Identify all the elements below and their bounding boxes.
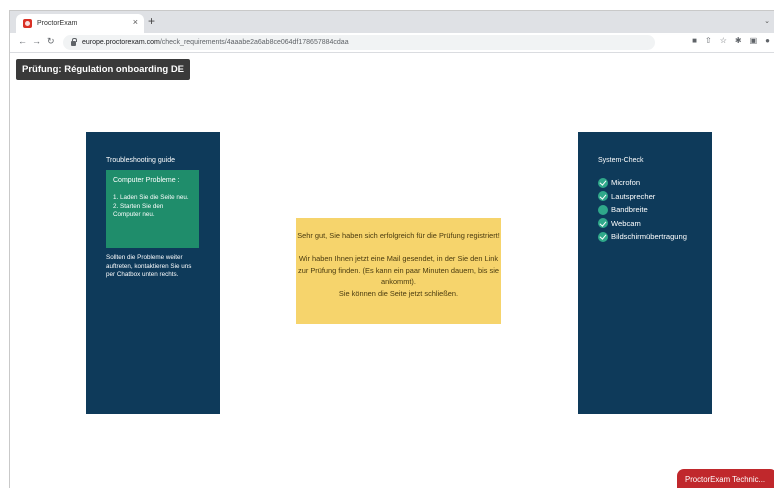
system-check-title: System-Check [598,157,644,164]
profile-avatar-icon[interactable]: ● [765,36,770,45]
extensions-puzzle-icon[interactable]: ✱ [735,36,742,45]
close-tab-icon[interactable]: × [133,17,138,27]
status-dot-icon [598,204,608,215]
url-host: europe.proctorexam.com [82,39,160,46]
checkmark-icon [598,177,608,188]
checkmark-icon [598,191,608,202]
address-bar[interactable]: europe.proctorexam.com/check_requirement… [63,35,655,50]
check-item-lautsprecher: Lautsprecher [598,190,687,204]
troubleshooting-panel: Troubleshooting guide Computer Probleme … [86,132,220,414]
system-check-panel: System-Check Microfon Lautsprecher Bandb… [578,132,712,414]
check-label: Microfon [611,178,641,188]
support-chat-button[interactable]: ProctorExam Technic... [677,469,774,488]
checkmark-icon [598,218,608,229]
checkmark-icon [598,231,608,242]
exam-title-badge: Prüfung: Régulation onboarding DE [16,59,191,80]
tab-strip: ProctorExam × + ⌄ [10,11,774,33]
share-icon[interactable]: ⇧ [705,36,712,45]
system-check-list: Microfon Lautsprecher Bandbreite Webcam … [598,176,687,244]
check-label: Lautsprecher [611,191,656,201]
lock-icon [71,38,77,46]
reload-icon[interactable]: ↻ [47,36,55,47]
side-panel-icon[interactable]: ▣ [750,36,758,45]
browser-toolbar: ← → ↻ europe.proctorexam.com/check_requi… [10,33,774,53]
tab-search-chevron-icon[interactable]: ⌄ [764,17,770,25]
registration-success-message: Sehr gut, Sie haben sich erfolgreich für… [296,218,501,324]
check-item-bildschirmuebertragung: Bildschirmübertragung [598,230,687,244]
forward-arrow-icon[interactable]: → [32,36,41,46]
bookmark-star-icon[interactable]: ☆ [720,36,727,45]
check-item-microfon: Microfon [598,176,687,190]
page-content: Prüfung: Régulation onboarding DE Troubl… [10,54,774,488]
computer-problems-box: Computer Probleme : 1. Laden Sie die Sei… [106,170,199,248]
browser-window: ProctorExam × + ⌄ ← → ↻ europe.proctorex… [9,10,774,488]
troubleshooting-title: Troubleshooting guide [106,157,176,164]
tab-title: ProctorExam [37,20,78,27]
computer-problems-title: Computer Probleme : [113,177,180,184]
proctorexam-favicon-icon [23,19,32,28]
new-tab-icon[interactable]: + [148,14,155,28]
check-item-webcam: Webcam [598,217,687,231]
check-label: Bandbreite [611,205,648,215]
url-path: /check_requirements/4aaabe2a6ab8ce064df1… [159,39,349,46]
check-item-bandbreite: Bandbreite [598,203,687,217]
camera-icon[interactable]: ■ [692,36,697,45]
browser-tab[interactable]: ProctorExam × [16,14,144,33]
check-label: Webcam [611,218,641,228]
troubleshooting-note: Sollten die Probleme weiter auftreten, k… [106,254,192,278]
check-label: Bildschirmübertragung [611,232,687,242]
back-arrow-icon[interactable]: ← [18,36,27,46]
computer-problems-steps: 1. Laden Sie die Seite neu. 2. Starten S… [113,194,189,218]
